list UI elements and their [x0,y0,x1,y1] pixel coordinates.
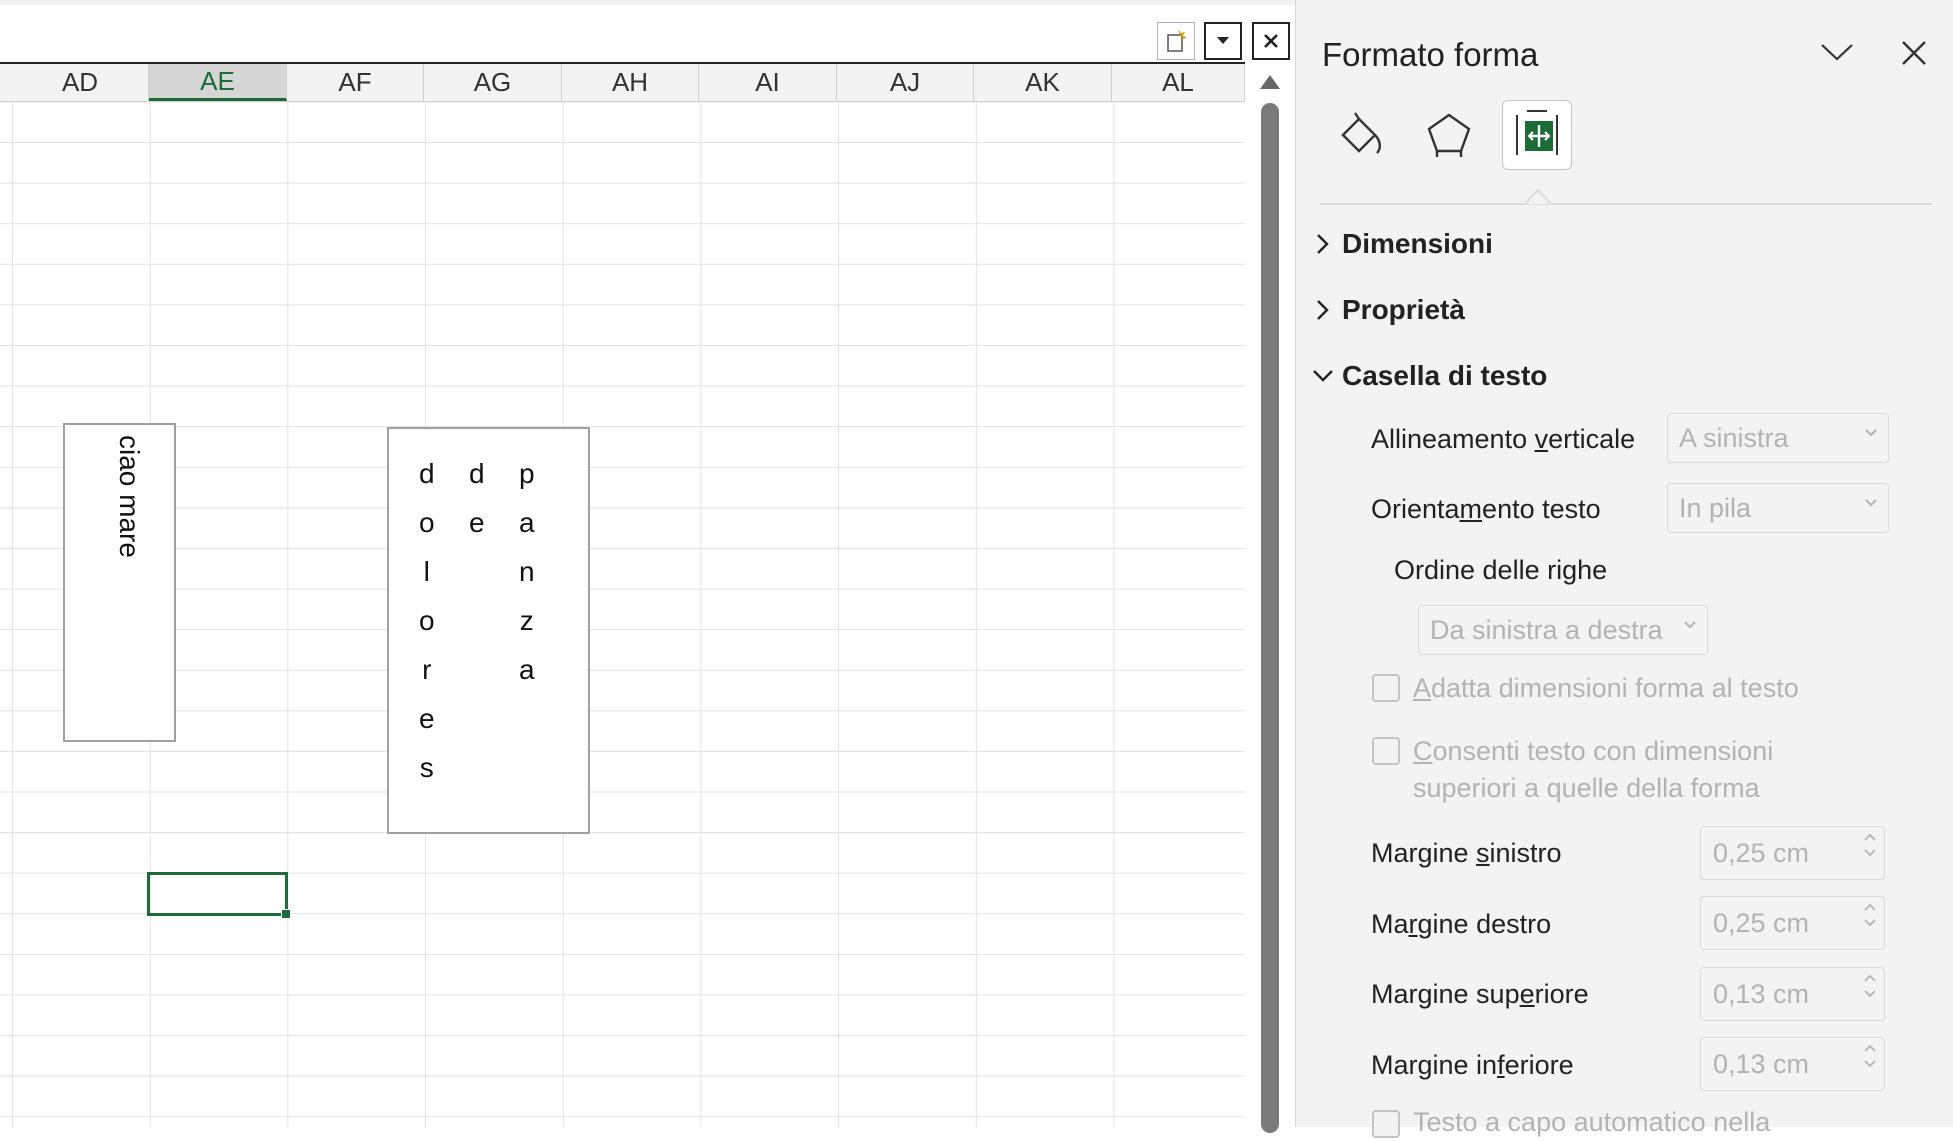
stacked-char: r [422,654,432,685]
active-cell[interactable] [147,872,291,919]
stacked-char: o [419,507,435,538]
chevron-down-icon [1865,429,1877,437]
spin-down-icon[interactable] [1864,1060,1876,1068]
spin-up-icon[interactable] [1864,974,1876,982]
text-box-shape-rotated[interactable]: ciao mare [63,423,176,742]
stacked-char: n [519,556,535,587]
spin-up-icon[interactable] [1864,1044,1876,1052]
section-dimensioni-label: Dimensioni [1342,228,1493,259]
section-casella-label: Casella di testo [1342,360,1548,391]
stacked-column-1: d o l o r e s [419,449,435,792]
effects-icon[interactable] [1414,100,1484,170]
line-order-select[interactable]: Da sinistra a destra [1418,605,1708,655]
section-dimensioni[interactable]: Dimensioni [1317,228,1493,260]
chevron-right-icon [1317,234,1329,254]
stacked-char: d [469,458,485,489]
stacked-char: l [423,556,430,587]
stacked-char: o [419,605,435,636]
stacked-char: a [519,654,535,685]
vertical-alignment-label: Allineamento verticale [1371,424,1636,454]
stacked-char: e [419,703,435,734]
column-header-ai[interactable]: AI [699,64,837,101]
line-order-value: Da sinistra a destra [1430,614,1663,645]
tabs-separator [1320,203,1932,205]
stacked-char: e [469,507,485,538]
text-box-shape-stacked[interactable]: d o l o r e s d e p a n z a [387,427,590,834]
section-casella-di-testo[interactable]: Casella di testo [1313,360,1548,392]
stacked-char: a [519,507,535,538]
section-proprieta[interactable]: Proprietà [1317,294,1465,326]
close-icon[interactable] [1252,22,1290,60]
stacked-column-2: d e [469,449,485,547]
column-header-ad[interactable]: AD [12,64,149,101]
margin-left-label: Margine sinistro [1371,838,1562,868]
vertical-alignment-value: A sinistra [1679,422,1789,453]
wrap-text-checkbox[interactable] [1372,1110,1400,1138]
size-properties-icon[interactable] [1502,100,1572,170]
format-shape-pane: Formato forma Dimensioni Proprietà Casel… [1295,0,1953,1138]
fit-shape-checkbox[interactable] [1372,674,1400,702]
column-header-ak[interactable]: AK [974,64,1112,101]
scroll-up-arrow-icon[interactable] [1260,75,1280,89]
margin-top-label: Margine superiore [1371,979,1589,1009]
spin-up-icon[interactable] [1864,833,1876,841]
column-header-ae[interactable]: AE [149,64,287,101]
margin-top-value: 0,13 cm [1713,978,1810,1009]
vertical-alignment-select[interactable]: A sinistra [1667,413,1889,463]
stacked-char: s [419,752,434,783]
wrap-text-label: Testo a capo automatico nella [1413,1107,1771,1137]
fill-line-icon[interactable] [1326,100,1396,170]
chevron-down-icon[interactable] [1820,42,1854,67]
margin-left-value: 0,25 cm [1713,837,1810,868]
margin-bottom-input[interactable]: 0,13 cm [1700,1037,1885,1091]
column-header-ag[interactable]: AG [424,64,562,101]
stacked-char: p [519,458,535,489]
allow-overflow-label: Consenti testo con dimensioni superiori a… [1413,736,1774,803]
column-header-aj[interactable]: AJ [837,64,974,101]
text-orientation-select[interactable]: In pila [1667,483,1889,533]
chevron-down-icon [1865,499,1877,507]
column-header-af[interactable]: AF [287,64,424,101]
text-orientation-value: In pila [1679,492,1752,523]
chevron-down-icon [1313,370,1333,382]
column-header-al[interactable]: AL [1112,64,1245,101]
allow-overflow-checkbox[interactable] [1372,737,1400,765]
stacked-char: d [419,458,435,489]
close-pane-icon[interactable] [1901,40,1927,71]
chevron-right-icon [1317,300,1329,320]
fit-shape-label: Adatta dimensioni forma al testo [1413,673,1799,703]
cell-grid[interactable] [0,102,1245,1127]
pane-title: Formato forma [1322,36,1539,73]
dropdown-icon[interactable] [1204,22,1242,60]
margin-top-input[interactable]: 0,13 cm [1700,967,1885,1021]
new-window-icon[interactable] [1157,22,1195,60]
scrollbar-thumb[interactable] [1261,103,1279,1133]
section-proprieta-label: Proprietà [1342,294,1465,325]
margin-left-input[interactable]: 0,25 cm [1700,826,1885,880]
fill-handle[interactable] [281,909,291,919]
stacked-char: z [519,605,534,636]
margin-bottom-value: 0,13 cm [1713,1048,1810,1079]
chevron-down-icon [1684,621,1696,629]
spin-up-icon[interactable] [1864,903,1876,911]
spin-down-icon[interactable] [1864,990,1876,998]
shape-text-rotated: ciao mare [114,435,145,558]
active-tab-pointer-icon [1525,188,1551,204]
column-header-row: AD AE AF AG AH AI AJ AK AL [0,62,1245,102]
margin-right-label: Margine destro [1371,909,1552,939]
column-header-ah[interactable]: AH [562,64,699,101]
margin-bottom-label: Margine inferiore [1371,1050,1574,1080]
margin-right-value: 0,25 cm [1713,907,1810,938]
spin-down-icon[interactable] [1864,919,1876,927]
spin-down-icon[interactable] [1864,849,1876,857]
line-order-label: Ordine delle righe [1394,555,1608,585]
margin-right-input[interactable]: 0,25 cm [1700,896,1885,950]
stacked-column-3: p a n z a [519,449,535,694]
text-orientation-label: Orientamento testo [1371,494,1601,524]
sheet-toolbar-strip [0,0,1295,62]
